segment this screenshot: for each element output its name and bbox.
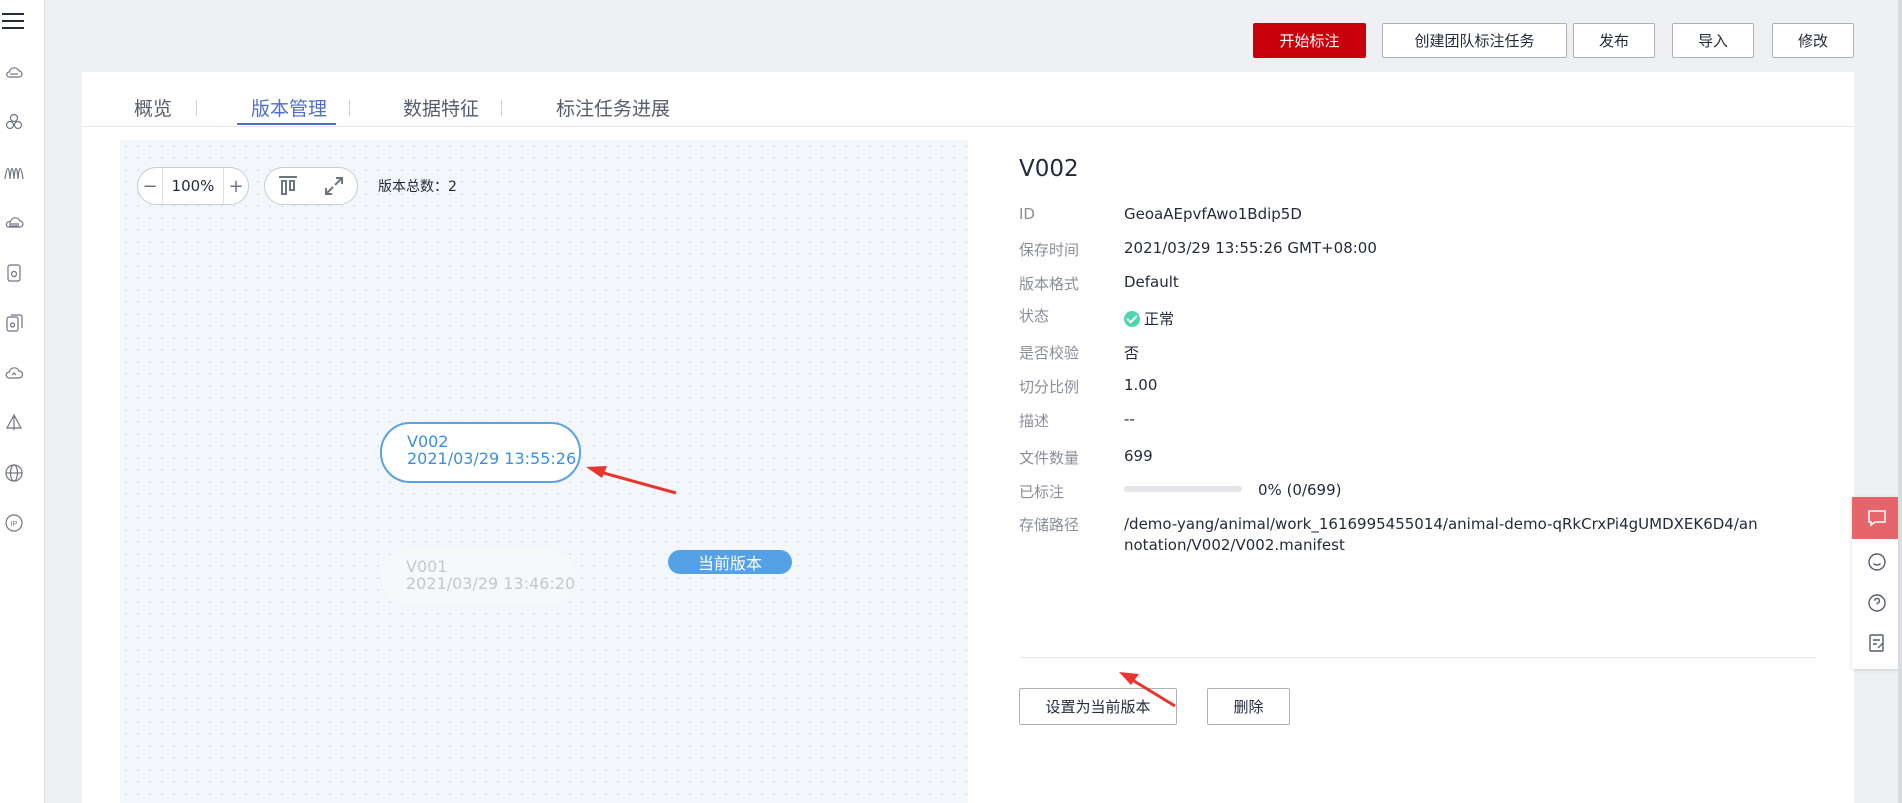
node-time: 2021/03/29 13:46:20 [406, 574, 576, 593]
tab-version-management[interactable]: 版本管理 [251, 94, 327, 121]
field-value: 2021/03/29 13:55:26 GMT+08:00 [1124, 239, 1377, 257]
set-current-version-button[interactable]: 设置为当前版本 [1019, 688, 1177, 725]
current-version-badge: 当前版本 [668, 550, 792, 574]
create-team-task-button[interactable]: 创建团队标注任务 [1382, 23, 1567, 58]
field-value: 0% (0/699) [1124, 481, 1764, 499]
fullscreen-icon[interactable] [322, 174, 346, 198]
field-label: 状态 [1019, 307, 1050, 325]
view-tools [264, 167, 358, 205]
file-group-icon[interactable] [4, 313, 24, 333]
start-annotation-button[interactable]: 开始标注 [1253, 23, 1366, 58]
left-nav-rail: IP [0, 0, 45, 803]
field-value: 正常 [1124, 308, 1764, 329]
version-node-v002[interactable]: V002 2021/03/29 13:55:26 [380, 422, 581, 483]
active-tab-underline [237, 123, 336, 125]
field-label: 已标注 [1019, 483, 1065, 501]
database-icon[interactable] [4, 213, 24, 233]
waveform-icon[interactable] [4, 163, 24, 183]
version-graph-canvas[interactable]: − 100% + 版本总数：2 V002 2021/03/29 13:55:26… [120, 140, 968, 803]
field-label: ID [1019, 205, 1035, 223]
main-card: 概览 版本管理 数据特征 标注任务进展 − 100% + 版本总数：2 V002… [82, 72, 1854, 803]
field-label: 保存时间 [1019, 241, 1080, 259]
menu-icon[interactable] [2, 8, 24, 32]
node-name: V001 [406, 557, 448, 576]
annotation-progress-text: 0% (0/699) [1258, 481, 1342, 499]
smile-icon[interactable] [1866, 551, 1888, 573]
feedback-chat-icon[interactable] [1852, 497, 1902, 539]
ip-icon[interactable]: IP [4, 513, 24, 533]
version-count: 版本总数：2 [378, 179, 457, 195]
tab-divider [501, 100, 502, 116]
field-label: 文件数量 [1019, 449, 1080, 467]
status-text: 正常 [1144, 310, 1175, 328]
field-value: GeoaAEpvfAwo1Bdip5D [1124, 205, 1302, 223]
field-value: /demo-yang/animal/work_1616995455014/ani… [1124, 515, 1758, 554]
cluster-icon[interactable] [4, 112, 24, 132]
node-name: V002 [407, 432, 449, 451]
tab-overview[interactable]: 概览 [134, 94, 172, 121]
field-value: 699 [1124, 447, 1153, 465]
tab-divider [196, 100, 197, 116]
cloud-icon[interactable] [4, 363, 24, 383]
zoom-out-button[interactable]: − [138, 168, 162, 204]
import-button[interactable]: 导入 [1672, 23, 1754, 58]
field-label: 存储路径 [1019, 516, 1080, 534]
scrollbar[interactable] [1898, 0, 1902, 803]
field-value: 1.00 [1124, 376, 1158, 394]
publish-button[interactable]: 发布 [1573, 23, 1655, 58]
file-icon[interactable] [4, 263, 24, 283]
divider [1019, 657, 1816, 658]
help-icon[interactable] [1866, 592, 1888, 614]
version-title: V002 [1019, 156, 1079, 182]
prism-icon[interactable] [4, 413, 24, 433]
tab-divider [349, 100, 350, 116]
tab-bar: 概览 版本管理 数据特征 标注任务进展 [82, 72, 1854, 127]
status-ok-icon [1124, 311, 1140, 327]
tab-data-features[interactable]: 数据特征 [403, 94, 479, 121]
align-top-icon[interactable] [276, 174, 300, 198]
field-value: -- [1124, 410, 1135, 428]
field-label: 切分比例 [1019, 378, 1080, 396]
annotation-progress-bar [1124, 486, 1242, 492]
floating-help-toolbar [1852, 497, 1902, 669]
edit-note-icon[interactable] [1866, 632, 1888, 654]
field-value: Default [1124, 273, 1179, 291]
tab-annotation-progress[interactable]: 标注任务进展 [556, 94, 670, 121]
zoom-control: − 100% + [137, 167, 249, 205]
field-label: 是否校验 [1019, 344, 1080, 362]
globe-icon[interactable] [4, 463, 24, 483]
version-node-v001[interactable]: V001 2021/03/29 13:46:20 [380, 548, 577, 606]
field-value: 否 [1124, 344, 1140, 362]
cloud-storage-icon[interactable] [4, 63, 24, 83]
field-label: 描述 [1019, 412, 1050, 430]
delete-button[interactable]: 删除 [1207, 688, 1290, 725]
node-time: 2021/03/29 13:55:26 [407, 449, 577, 468]
zoom-level: 100% [162, 168, 224, 204]
zoom-in-button[interactable]: + [224, 168, 248, 204]
modify-button[interactable]: 修改 [1772, 23, 1854, 58]
field-label: 版本格式 [1019, 275, 1080, 293]
svg-text:IP: IP [11, 521, 18, 528]
